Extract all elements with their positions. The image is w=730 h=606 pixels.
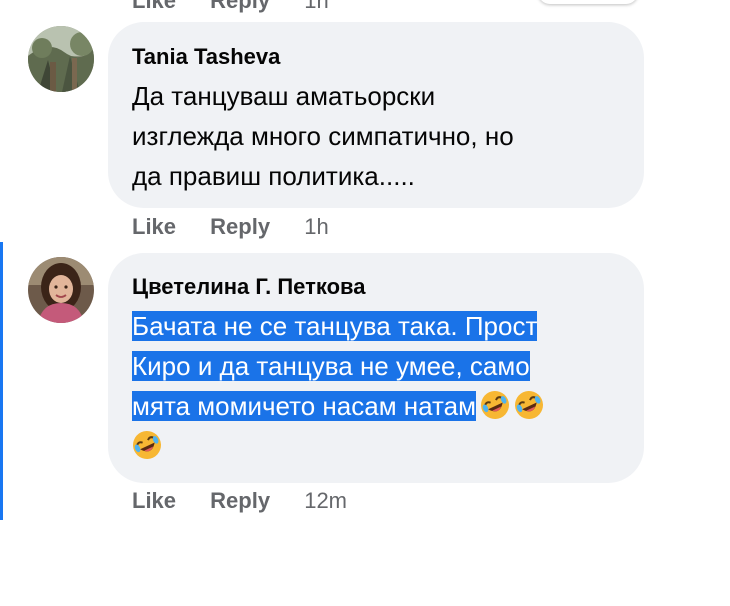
like-link[interactable]: Like xyxy=(132,0,176,13)
avatar-photo xyxy=(28,26,94,92)
reply-link[interactable]: Reply xyxy=(210,214,270,239)
comment-text-line: да правиш политика..... xyxy=(132,161,415,191)
focused-comment-indicator xyxy=(0,242,3,520)
rofl-emoji-icon xyxy=(132,430,162,460)
rofl-emoji-icon xyxy=(514,390,544,420)
reply-link[interactable]: Reply xyxy=(210,0,270,13)
comment-bubble: Tania Tasheva Да танцуваш аматьорски изг… xyxy=(108,22,644,208)
timestamp[interactable]: 12m xyxy=(304,488,347,513)
selected-text-line: Киро и да танцува не умее, само xyxy=(132,351,530,381)
timestamp[interactable]: 1h xyxy=(304,0,328,13)
comment-actions: Like Reply 12m xyxy=(132,488,347,514)
comment-text: Бачата не се танцува така. Прост Киро и … xyxy=(132,306,632,466)
comment-actions: Like Reply 1h xyxy=(132,214,329,240)
comment-text-line: Да танцуваш аматьорски xyxy=(132,81,436,111)
timestamp[interactable]: 1h xyxy=(304,214,328,239)
comment-text-line: изглежда много симпатично, но xyxy=(132,121,514,151)
avatar[interactable] xyxy=(28,26,94,92)
comment-author[interactable]: Цветелина Г. Петкова xyxy=(132,274,366,300)
avatar[interactable] xyxy=(28,257,94,323)
selected-text-line: Бачата не се танцува така. Прост xyxy=(132,311,538,341)
comment-text: Да танцуваш аматьорски изглежда много си… xyxy=(132,76,514,196)
avatar-photo xyxy=(28,257,94,323)
reaction-count-bubble[interactable] xyxy=(538,0,638,4)
rofl-emoji-icon xyxy=(480,390,510,420)
comment-author[interactable]: Tania Tasheva xyxy=(132,44,280,70)
previous-comment-actions: Like Reply 1h xyxy=(132,0,357,14)
selected-text-line: мята момичето насам натам xyxy=(132,391,477,421)
reply-link[interactable]: Reply xyxy=(210,488,270,513)
like-link[interactable]: Like xyxy=(132,488,176,513)
like-link[interactable]: Like xyxy=(132,214,176,239)
comment-bubble: Цветелина Г. Петкова Бачата не се танцув… xyxy=(108,253,644,483)
